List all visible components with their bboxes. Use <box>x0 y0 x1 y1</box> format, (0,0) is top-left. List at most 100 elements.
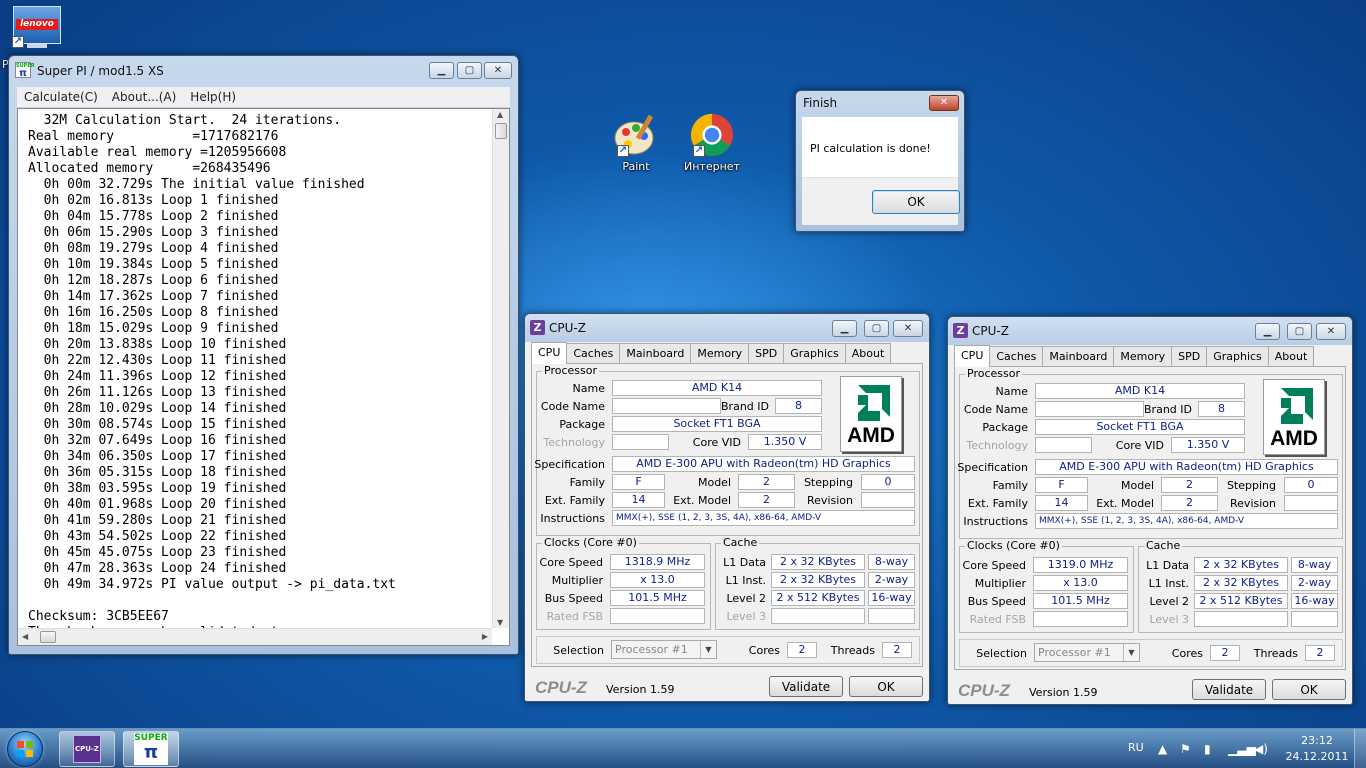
clocks-group-title: Clocks (Core #0) <box>965 539 1062 552</box>
validate-button[interactable]: Validate <box>769 676 843 697</box>
brand-id-label: Brand ID <box>1144 403 1192 416</box>
tab-about[interactable]: About <box>1267 346 1315 366</box>
log-line: 0h 18m 15.029s Loop 9 finished <box>28 321 279 336</box>
menu-calculate[interactable]: Calculate(C) <box>17 90 105 104</box>
tab-spd[interactable]: SPD <box>1171 346 1208 366</box>
specification-label: Specification <box>957 461 1028 474</box>
tab-spd[interactable]: SPD <box>748 343 785 363</box>
shortcut-arrow-icon: ↗ <box>693 145 705 157</box>
tab-graphics[interactable]: Graphics <box>783 343 846 363</box>
maximize-button[interactable]: ▢ <box>457 62 482 79</box>
code-name-value <box>612 398 721 414</box>
desktop-icon-lenovo[interactable]: lenovo ↗ <box>2 6 72 48</box>
close-button[interactable]: ✕ <box>929 95 959 111</box>
horizontal-scrollbar[interactable]: ◀ ▶ <box>18 628 492 645</box>
processor-select[interactable]: Processor #1 ▼ <box>1034 643 1140 662</box>
power-icon[interactable]: ▮ <box>1204 742 1211 756</box>
stepping-value: 0 <box>861 474 915 490</box>
maximize-button[interactable]: ▢ <box>1287 323 1312 340</box>
close-button[interactable]: ✕ <box>484 62 512 79</box>
chevron-down-icon[interactable]: ▼ <box>700 641 716 658</box>
amd-logo: AMD <box>1263 379 1325 455</box>
processor-group-title: Processor <box>965 367 1022 380</box>
minimize-button[interactable]: ▁ <box>429 62 454 79</box>
menu-help[interactable]: Help(H) <box>183 90 243 104</box>
vertical-scrollbar[interactable]: ▲ ▼ <box>492 109 509 628</box>
processor-select[interactable]: Processor #1 ▼ <box>611 640 717 659</box>
tab-mainboard[interactable]: Mainboard <box>619 343 692 363</box>
cpuz-taskbar-icon-text: CPU-Z <box>75 745 99 753</box>
cpuz-app-icon: Z <box>953 323 968 338</box>
tab-mainboard[interactable]: Mainboard <box>1042 346 1115 366</box>
show-hidden-icons-icon[interactable]: ▲ <box>1158 742 1167 756</box>
tab-memory[interactable]: Memory <box>690 343 750 363</box>
superpi-titlebar[interactable]: SUPER π Super PI / mod1.5 XS ▁ ▢ ✕ <box>9 56 518 84</box>
tab-memory[interactable]: Memory <box>1113 346 1173 366</box>
shortcut-arrow-icon: ↗ <box>617 145 629 157</box>
scroll-left-arrow-icon[interactable]: ◀ <box>22 632 28 641</box>
log-line: 0h 40m 01.968s Loop 20 finished <box>28 497 287 512</box>
scroll-down-arrow-icon[interactable]: ▼ <box>497 618 503 627</box>
l1-inst-label: L1 Inst. <box>725 574 766 587</box>
amd-arrow-icon <box>858 385 890 421</box>
cpuz-window-2[interactable]: Z CPU-Z ▁ ▢ ✕ CPU Caches Mainboard Memor… <box>947 316 1353 705</box>
action-center-flag-icon[interactable]: ⚑ <box>1180 742 1191 756</box>
family-value: F <box>1035 477 1088 493</box>
vertical-scroll-thumb[interactable] <box>495 123 507 139</box>
cpuz-titlebar[interactable]: Z CPU-Z ▁ ▢ ✕ <box>948 317 1352 345</box>
finish-footer: OK <box>802 177 960 225</box>
scroll-up-arrow-icon[interactable]: ▲ <box>497 110 503 119</box>
taskbar-button-cpuz[interactable]: CPU-Z <box>59 731 115 767</box>
cpuz-app-icon: Z <box>530 320 545 335</box>
taskbar-button-superpi[interactable]: SUPER π <box>123 731 179 767</box>
scroll-right-arrow-icon[interactable]: ▶ <box>482 632 488 641</box>
tab-about[interactable]: About <box>844 343 892 363</box>
desktop-icon-internet[interactable]: ↗ Интернет <box>677 112 747 173</box>
ext-model-label: Ext. Model <box>673 494 731 507</box>
show-desktop-button[interactable] <box>1354 729 1366 768</box>
log-line: 0h 32m 07.649s Loop 16 finished <box>28 433 287 448</box>
language-indicator[interactable]: RU <box>1128 741 1144 754</box>
log-line: 0h 20m 13.838s Loop 10 finished <box>28 337 287 352</box>
tab-caches[interactable]: Caches <box>989 346 1044 366</box>
menu-about[interactable]: About...(A) <box>105 90 184 104</box>
multiplier-label: Multiplier <box>974 577 1026 590</box>
close-button[interactable]: ✕ <box>1316 323 1346 340</box>
tab-caches[interactable]: Caches <box>566 343 621 363</box>
ok-button[interactable]: OK <box>872 190 960 214</box>
superpi-window[interactable]: SUPER π Super PI / mod1.5 XS ▁ ▢ ✕ Calcu… <box>8 55 519 655</box>
maximize-button[interactable]: ▢ <box>864 320 889 337</box>
validate-button[interactable]: Validate <box>1192 679 1266 700</box>
ok-button[interactable]: OK <box>849 676 923 697</box>
close-button[interactable]: ✕ <box>893 320 923 337</box>
cpuz-window-1[interactable]: Z CPU-Z ▁ ▢ ✕ CPU Caches Mainboard Memor… <box>524 313 930 702</box>
minimize-button[interactable]: ▁ <box>832 320 857 337</box>
level2-value: 2 x 512 KBytes <box>1194 593 1288 609</box>
finish-dialog[interactable]: Finish ✕ PI calculation is done! OK <box>795 90 965 232</box>
ok-button[interactable]: OK <box>1272 679 1346 700</box>
chevron-down-icon[interactable]: ▼ <box>1123 644 1139 661</box>
network-signal-icon[interactable]: ▁▃▅ <box>1228 742 1256 756</box>
horizontal-scroll-thumb[interactable] <box>40 631 56 643</box>
rated-fsb-label: Rated FSB <box>546 610 603 623</box>
cores-label: Cores <box>748 644 780 657</box>
desktop-icon-paint[interactable]: ↗ Paint <box>601 112 671 173</box>
cpuz-cpu-panel: Processor Name AMD K14 Code Name Brand I… <box>531 363 923 667</box>
clock[interactable]: 23:12 24.12.2011 <box>1284 733 1350 765</box>
cpuz-titlebar[interactable]: Z CPU-Z ▁ ▢ ✕ <box>525 314 929 342</box>
shortcut-arrow-icon: ↗ <box>12 36 24 48</box>
start-button[interactable] <box>7 731 43 767</box>
family-label: Family <box>569 476 605 489</box>
tab-cpu[interactable]: CPU <box>954 345 991 367</box>
volume-icon[interactable]: ◀) <box>1254 742 1268 756</box>
package-value: Socket FT1 BGA <box>612 416 822 432</box>
minimize-button[interactable]: ▁ <box>1255 323 1280 340</box>
ext-family-label: Ext. Family <box>967 497 1028 510</box>
superpi-output-area[interactable]: 32M Calculation Start. 24 iterations. Rea… <box>17 108 510 646</box>
tab-cpu[interactable]: CPU <box>531 342 568 364</box>
brand-id-label: Brand ID <box>721 400 769 413</box>
finish-titlebar[interactable]: Finish ✕ <box>796 91 964 119</box>
log-line: 0h 06m 15.290s Loop 3 finished <box>28 225 279 240</box>
cores-value: 2 <box>787 642 817 658</box>
tab-graphics[interactable]: Graphics <box>1206 346 1269 366</box>
